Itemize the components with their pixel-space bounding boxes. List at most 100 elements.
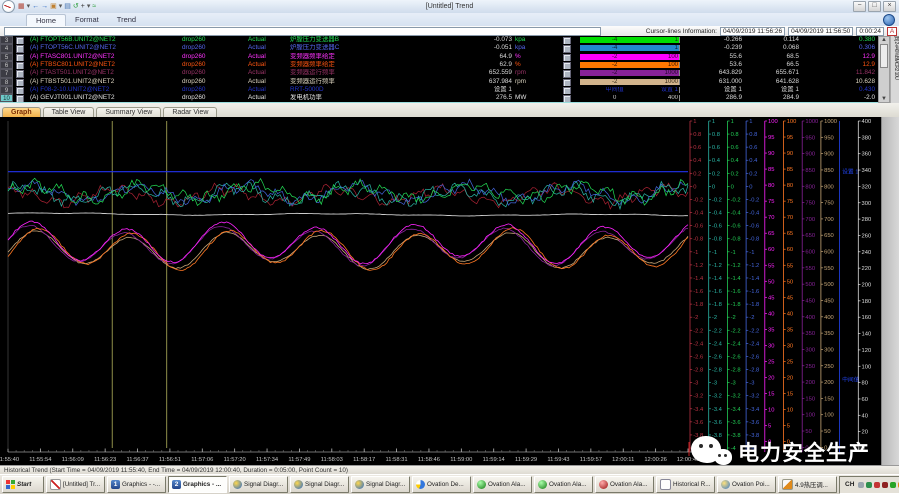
back-icon[interactable]: ← bbox=[32, 2, 39, 11]
scrollbar-thumb[interactable] bbox=[880, 44, 888, 68]
svg-text:-0.4: -0.4 bbox=[712, 211, 723, 217]
live-trend-icon[interactable]: ≈ bbox=[92, 2, 96, 11]
svg-text:-2.8: -2.8 bbox=[731, 368, 741, 374]
taskbar-button[interactable]: 2Graphics - ... bbox=[168, 476, 227, 493]
add-icon[interactable]: + bbox=[81, 2, 85, 11]
taskbar-button[interactable]: Signal Diagr... bbox=[351, 476, 410, 493]
row-number: 8 bbox=[0, 78, 13, 86]
svg-text:-1.2: -1.2 bbox=[693, 263, 703, 269]
trend-line-FTBST501 bbox=[8, 231, 688, 270]
taskbar-button[interactable]: [Untitled] Tr... bbox=[46, 476, 105, 493]
tray-status-darkred-icon[interactable] bbox=[882, 482, 888, 488]
tray-status-red-icon[interactable] bbox=[874, 482, 880, 488]
row-checkbox-icon[interactable] bbox=[16, 45, 24, 52]
cursor-marker-badge[interactable]: A bbox=[887, 27, 897, 36]
table-row[interactable]: 4(A) FTOPT56C.UNIT2@NET2drop260Actual炉膛压… bbox=[0, 44, 878, 52]
taskbar-button[interactable]: Ovation De... bbox=[412, 476, 471, 493]
ribbon-tab-home[interactable]: Home bbox=[26, 14, 66, 26]
table-row[interactable]: 3(A) FTOPT56B.UNIT2@NET2drop260Actual炉膛压… bbox=[0, 36, 878, 44]
row-checkbox-icon[interactable] bbox=[16, 62, 24, 69]
cursor-time-2[interactable]: 04/09/2019 11:56:50 bbox=[788, 27, 853, 36]
scale-checkbox-icon[interactable] bbox=[563, 95, 571, 102]
svg-text:0.2: 0.2 bbox=[749, 171, 757, 177]
scroll-up-icon[interactable]: ▲ bbox=[879, 37, 889, 43]
taskbar-button[interactable]: Ovation Ala... bbox=[595, 476, 654, 493]
dropdown-icon[interactable]: ▾ bbox=[87, 2, 91, 11]
scale-max-label: 1000 bbox=[665, 79, 678, 85]
table-row[interactable]: 7(A) FTAST501.UNIT2@NET2drop260Actual变频器… bbox=[0, 69, 878, 77]
view-tab-summary-view[interactable]: Summary View bbox=[96, 107, 161, 117]
taskbar-button[interactable]: Ovation Ala... bbox=[473, 476, 532, 493]
scale-checkbox-icon[interactable] bbox=[563, 54, 571, 61]
svg-text:-3.2: -3.2 bbox=[693, 394, 703, 400]
svg-text:-0.2: -0.2 bbox=[693, 197, 703, 203]
view-tab-graph[interactable]: Graph bbox=[2, 107, 41, 117]
trend-name-field[interactable] bbox=[4, 27, 601, 36]
scale-checkbox-icon[interactable] bbox=[563, 70, 571, 77]
trend-graph[interactable]: 10.80.60.40.20-0.2-0.4-0.6-0.8-1-1.2-1.4… bbox=[0, 117, 881, 465]
help-icon[interactable] bbox=[883, 14, 895, 26]
cursor-time-1[interactable]: 04/09/2019 11:56:26 bbox=[720, 27, 785, 36]
taskbar-button[interactable]: 4.9热压调... bbox=[778, 476, 837, 493]
svg-text:-0.2: -0.2 bbox=[749, 197, 759, 203]
taskbar-button[interactable]: Signal Diagr... bbox=[229, 476, 288, 493]
row-checkbox-icon[interactable] bbox=[16, 54, 24, 61]
minimize-button[interactable]: − bbox=[853, 1, 866, 12]
scale-checkbox-icon[interactable] bbox=[563, 87, 571, 94]
tray-status-green-icon[interactable] bbox=[866, 482, 872, 488]
language-indicator[interactable]: CH bbox=[843, 481, 856, 488]
svg-text:-2.8: -2.8 bbox=[749, 368, 759, 374]
trend-line-FTBSC801 bbox=[8, 228, 688, 271]
svg-text:-3: -3 bbox=[712, 381, 717, 387]
close-button[interactable]: × bbox=[883, 1, 896, 12]
scale-checkbox-icon[interactable] bbox=[563, 37, 571, 44]
svg-text:150: 150 bbox=[805, 396, 815, 402]
svg-text:-1.8: -1.8 bbox=[749, 302, 759, 308]
row-checkbox-icon[interactable] bbox=[16, 87, 24, 94]
trend-application-window: ▦▾←→▣▾▤↺+▾≈ [Untitled] Trend −□× HomeFor… bbox=[0, 0, 899, 494]
table-row[interactable]: 9(A) F08-2-10.UNIT2@NET2drop260ActualRRT… bbox=[0, 86, 878, 94]
signal-diagram-icon bbox=[294, 480, 303, 489]
tray-status-green2-icon[interactable] bbox=[890, 482, 896, 488]
table-row[interactable]: 8(A) FTBST501.UNIT2@NET2drop260Actual变频器… bbox=[0, 78, 878, 86]
svg-text:-1.6: -1.6 bbox=[749, 289, 759, 295]
taskbar-button[interactable]: Historical R... bbox=[656, 476, 715, 493]
scroll-down-icon[interactable]: ▼ bbox=[879, 96, 889, 102]
row-checkbox-icon[interactable] bbox=[16, 79, 24, 86]
scale-checkbox-icon[interactable] bbox=[563, 79, 571, 86]
table-row[interactable]: 5(A) FTASC801.UNIT2@NET2drop260Actual变频器… bbox=[0, 53, 878, 61]
row-checkbox-icon[interactable] bbox=[16, 95, 24, 102]
dropdown-icon[interactable]: ▾ bbox=[27, 2, 31, 11]
system-tray: CH 22:34 2019/4/18 bbox=[839, 476, 899, 494]
svg-text:360: 360 bbox=[862, 152, 872, 158]
scale-checkbox-icon[interactable] bbox=[563, 45, 571, 52]
svg-text:90: 90 bbox=[768, 151, 774, 157]
refresh-icon[interactable]: ↺ bbox=[73, 2, 79, 11]
maximize-button[interactable]: □ bbox=[868, 1, 881, 12]
taskbar-button[interactable]: Ovation Ala... bbox=[534, 476, 593, 493]
dropdown-icon[interactable]: ▾ bbox=[59, 2, 63, 11]
printer-tray-icon[interactable] bbox=[858, 482, 864, 488]
forward-icon[interactable]: → bbox=[41, 2, 48, 11]
view-tab-radar-view[interactable]: Radar View bbox=[163, 107, 217, 117]
table-icon[interactable]: ▤ bbox=[64, 2, 71, 11]
row-checkbox-icon[interactable] bbox=[16, 70, 24, 77]
table-row[interactable]: 6(A) FTBSC801.UNIT2@NET2drop260Actual变频器… bbox=[0, 61, 878, 69]
taskbar-button[interactable]: Ovation Poi... bbox=[717, 476, 776, 493]
ribbon-tab-format[interactable]: Format bbox=[66, 14, 108, 26]
scale-checkbox-icon[interactable] bbox=[563, 62, 571, 69]
view-tab-table-view[interactable]: Table View bbox=[43, 107, 95, 117]
taskbar-button[interactable]: Signal Diagr... bbox=[290, 476, 349, 493]
svg-text:0.6: 0.6 bbox=[749, 145, 757, 151]
ribbon-tabs: HomeFormatTrend bbox=[0, 14, 145, 26]
table-row[interactable]: 10(A) GEVJT001.UNIT2@NET2drop260Actual发电… bbox=[0, 94, 878, 102]
export-image-icon[interactable]: ▣ bbox=[50, 2, 57, 11]
trend-chart-icon[interactable]: ▦ bbox=[18, 2, 25, 11]
start-button[interactable]: Start bbox=[2, 476, 44, 493]
row-checkbox-icon[interactable] bbox=[16, 37, 24, 44]
taskbar-button[interactable]: 1Graphics - -... bbox=[107, 476, 166, 493]
table-scrollbar[interactable]: ▲ ▼ bbox=[878, 36, 890, 103]
svg-text:-1.6: -1.6 bbox=[712, 289, 722, 295]
ribbon-tab-trend[interactable]: Trend bbox=[108, 14, 145, 26]
svg-text:100: 100 bbox=[805, 413, 815, 419]
